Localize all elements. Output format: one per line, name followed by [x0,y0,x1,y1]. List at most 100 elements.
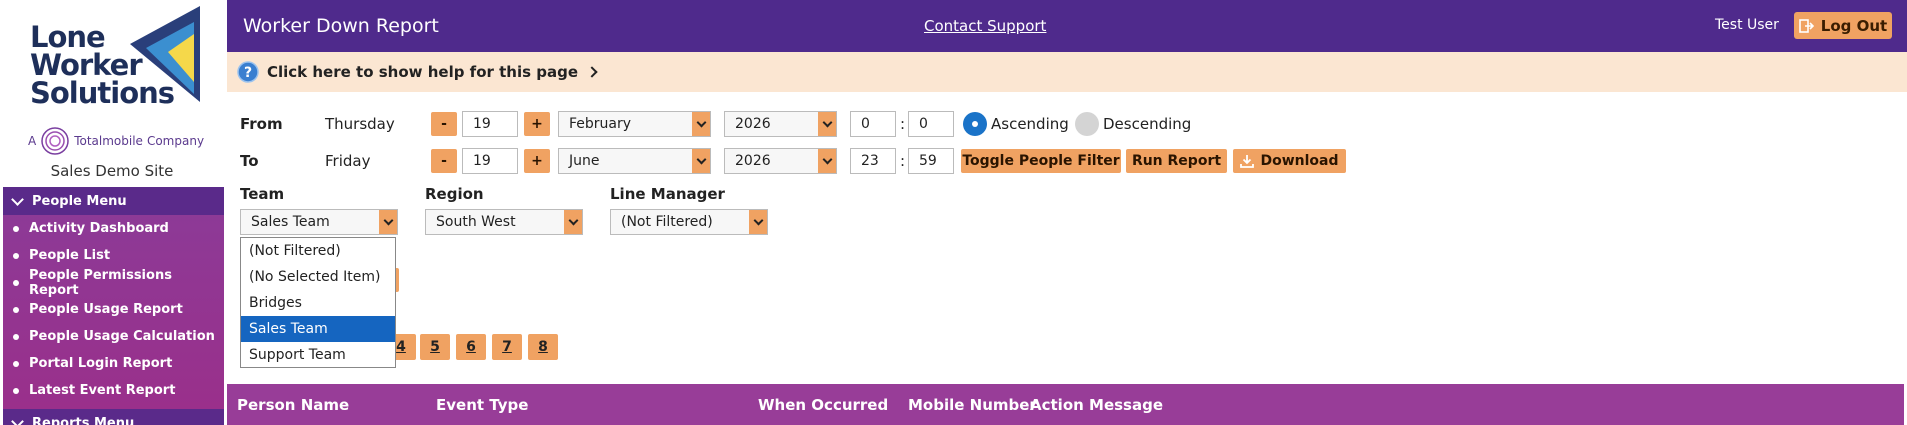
to-label: To [240,152,259,170]
sidebar-item-latest-event-report[interactable]: Latest Event Report [3,377,224,404]
team-option[interactable]: (No Selected Item) [241,264,395,290]
sidebar-item-people-usage-report[interactable]: People Usage Report [3,296,224,323]
line-manager-select[interactable]: (Not Filtered) [610,209,768,235]
column-event-type[interactable]: Event Type [436,396,528,414]
sidebar-item-label: People Usage Calculation [29,329,215,344]
time-separator: : [900,115,906,133]
radio-dot-icon [972,121,978,127]
sidebar-item-people-usage-calculation[interactable]: People Usage Calculation [3,323,224,350]
team-dropdown-list: (Not Filtered) (No Selected Item) Bridge… [240,237,396,368]
descending-label: Descending [1103,115,1192,133]
column-mobile-number[interactable]: Mobile Number [908,396,1037,414]
logo-triangle-icon [130,6,200,102]
bullet-icon [13,225,19,232]
line-manager-label: Line Manager [610,185,725,203]
page-6-button[interactable]: 6 [456,334,486,360]
chevron-down-icon [564,210,582,234]
team-value: Sales Team [251,214,330,230]
logout-icon [1798,18,1814,33]
people-menu-label: People Menu [32,193,127,209]
region-select[interactable]: South West [425,209,583,235]
totalmobile-logo-icon [41,127,69,155]
reports-menu-header[interactable]: Reports Menu [3,409,224,425]
to-minute-input[interactable]: 59 [908,148,954,174]
region-value: South West [436,214,516,230]
to-date-plus-button[interactable]: + [524,149,550,173]
from-month-value: February [569,116,632,132]
chevron-right-icon [586,66,598,78]
column-action-message[interactable]: Action Message [1030,396,1163,414]
download-icon [1240,155,1255,168]
contact-support-link[interactable]: Contact Support [924,17,1046,35]
chevron-down-icon [11,414,24,425]
sidebar-item-portal-login-report[interactable]: Portal Login Report [3,350,224,377]
page-5-button[interactable]: 5 [420,334,450,360]
sidebar-item-label: Latest Event Report [29,383,176,398]
from-day: Thursday [325,115,395,133]
company-logo: Lone Worker Solutions A Totalmobile Comp… [0,0,224,180]
from-date-input[interactable]: 19 [462,111,518,137]
table-header: Person Name Event Type When Occurred Mob… [227,384,1904,425]
toggle-people-filter-button[interactable]: Toggle People Filter [961,149,1121,173]
region-label: Region [425,185,484,203]
bullet-icon [13,360,19,367]
to-date-minus-button[interactable]: - [431,149,457,173]
from-label: From [240,115,283,133]
column-person-name[interactable]: Person Name [237,396,349,414]
chevron-down-icon [379,210,397,234]
sidebar-item-activity-dashboard[interactable]: Activity Dashboard [3,215,224,242]
company-prefix: A [28,134,37,148]
help-bar[interactable]: ? Click here to show help for this page [227,52,1907,92]
bullet-icon [13,387,19,394]
descending-radio[interactable] [1075,112,1099,136]
team-option-selected[interactable]: Sales Team [241,316,395,342]
sidebar-item-label: Activity Dashboard [29,221,169,236]
chevron-down-icon [749,210,767,234]
site-name: Sales Demo Site [50,162,174,180]
help-icon: ? [237,61,259,83]
people-menu-header[interactable]: People Menu [3,187,224,215]
page-8-button[interactable]: 8 [528,334,558,360]
sidebar-item-people-permissions-report[interactable]: People Permissions Report [3,267,224,298]
to-date-input[interactable]: 19 [462,148,518,174]
bullet-icon [13,252,19,259]
side-menu: People Menu Activity Dashboard People Li… [3,187,224,425]
from-hour-input[interactable]: 0 [850,111,896,137]
line-manager-value: (Not Filtered) [621,214,713,230]
to-month-select[interactable]: June [558,148,711,174]
page-title: Worker Down Report [243,15,439,37]
to-day: Friday [325,152,371,170]
download-button[interactable]: Download [1233,149,1346,173]
to-year-value: 2026 [735,153,771,169]
sidebar-item-label: Portal Login Report [29,356,173,371]
sidebar: Lone Worker Solutions A Totalmobile Comp… [0,0,224,425]
company-line: A Totalmobile Company [28,126,204,156]
team-option[interactable]: Bridges [241,290,395,316]
chevron-down-icon [818,149,836,173]
to-year-select[interactable]: 2026 [724,148,837,174]
page-7-button[interactable]: 7 [492,334,522,360]
chevron-down-icon [818,112,836,136]
team-option[interactable]: (Not Filtered) [241,238,395,264]
help-text: Click here to show help for this page [267,63,579,81]
sidebar-item-label: People Usage Report [29,302,183,317]
sidebar-item-people-list[interactable]: People List [3,242,224,269]
column-when-occurred[interactable]: When Occurred [758,396,888,414]
from-date-plus-button[interactable]: + [524,112,550,136]
bullet-icon [13,333,19,340]
sidebar-item-label: People Permissions Report [28,267,172,298]
to-hour-input[interactable]: 23 [850,148,896,174]
from-month-select[interactable]: February [558,111,711,137]
from-minute-input[interactable]: 0 [908,111,954,137]
run-report-button[interactable]: Run Report [1126,149,1227,173]
team-option[interactable]: Support Team [241,342,395,368]
chevron-down-icon [692,149,710,173]
ascending-radio[interactable] [963,112,987,136]
from-date-minus-button[interactable]: - [431,112,457,136]
chevron-down-icon [11,192,24,206]
top-bar: Worker Down Report Contact Support Test … [227,0,1907,52]
user-name: Test User [1715,17,1779,33]
from-year-select[interactable]: 2026 [724,111,837,137]
logout-button[interactable]: Log Out [1794,12,1892,39]
team-select[interactable]: Sales Team [240,209,398,235]
